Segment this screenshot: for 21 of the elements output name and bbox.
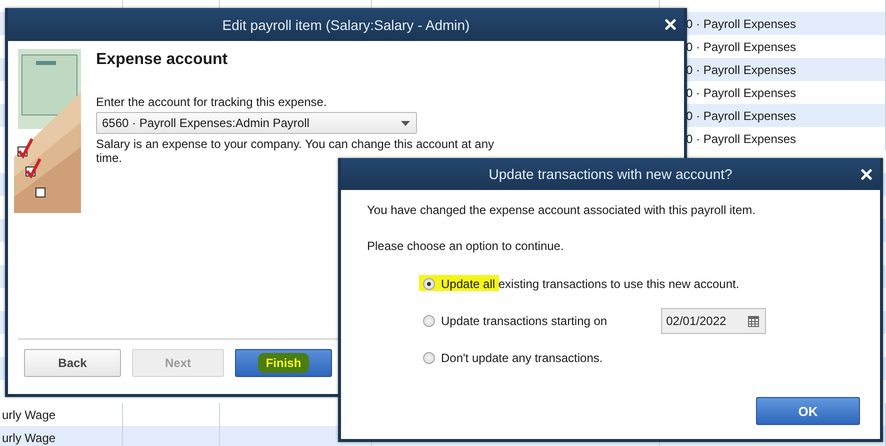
field-label: Enter the account for tracking this expense. (96, 95, 328, 109)
close-icon[interactable] (665, 19, 676, 30)
window-title: Edit payroll item (Salary:Salary - Admin) (222, 16, 470, 32)
option-label[interactable]: Update transactions starting on (441, 313, 608, 329)
instruction-text: Please choose an option to continue. (367, 239, 565, 253)
close-icon[interactable] (861, 169, 872, 180)
table-cell: urly Wage (2, 408, 56, 422)
ok-button[interactable]: OK (756, 397, 860, 425)
table-cell: urly Wage (2, 430, 56, 444)
dialog-title: Update transactions with new account? (488, 166, 732, 182)
account-dropdown[interactable]: 6560 · Payroll Expenses:Admin Payroll (96, 112, 417, 134)
wizard-button[interactable]: Back (24, 349, 121, 377)
radio-button[interactable] (423, 315, 435, 327)
date-field[interactable]: 02/01/2022 (661, 308, 766, 334)
option-label[interactable]: Don't update any transactions. (441, 350, 603, 366)
message-text: You have changed the expense account associated with this payroll item. (367, 203, 756, 217)
radio-button[interactable] (423, 352, 435, 364)
calendar-icon[interactable] (748, 316, 760, 326)
help-text: Salary is an expense to your company. You can change this account at any time. (96, 137, 496, 165)
section-heading: Expense account (96, 51, 229, 69)
wizard-button[interactable]: Finish (235, 349, 332, 377)
